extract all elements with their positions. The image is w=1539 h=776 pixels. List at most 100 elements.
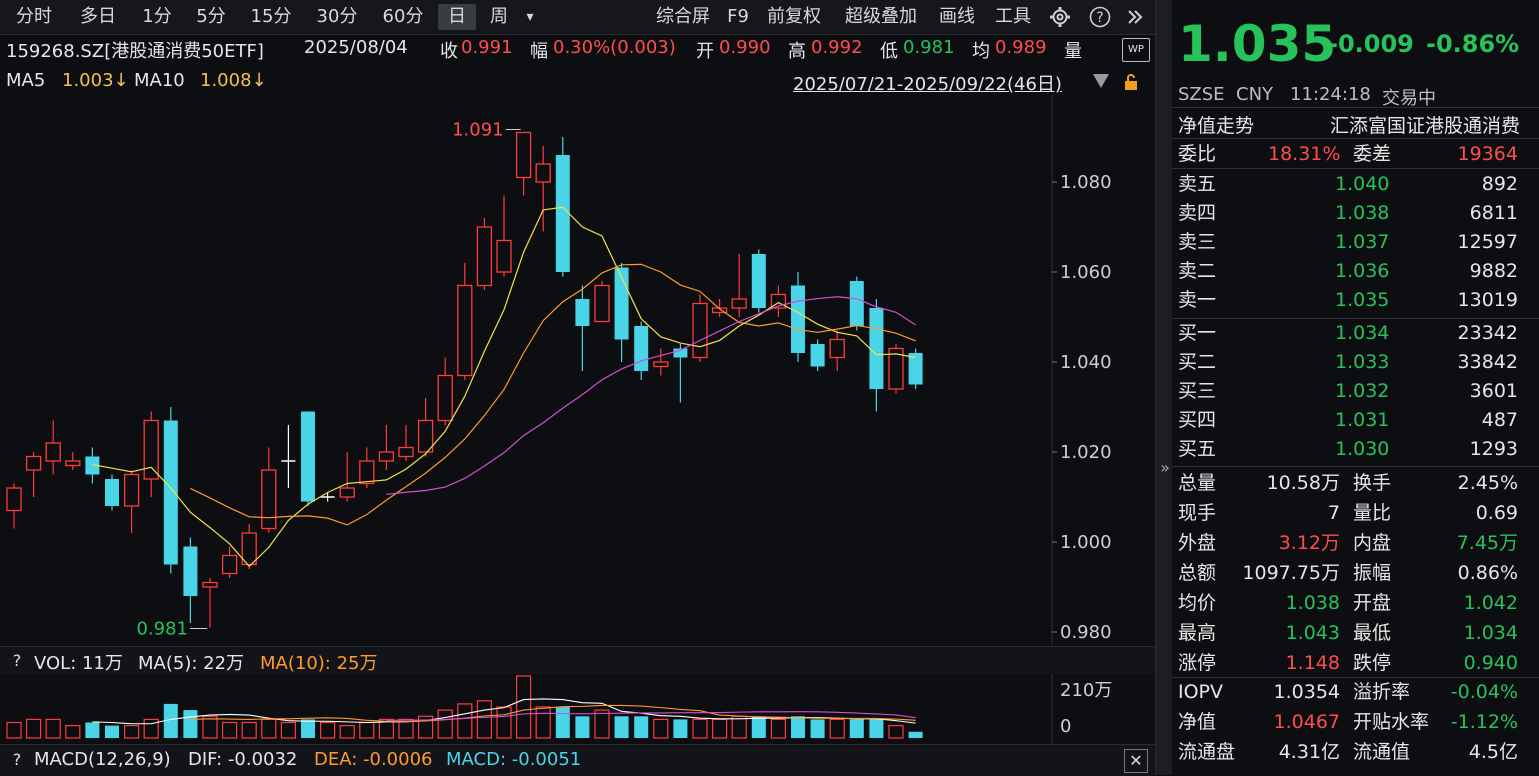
help-icon[interactable]: ? bbox=[1087, 4, 1113, 30]
candle-body bbox=[575, 299, 590, 326]
stat-value: 1.038 bbox=[1285, 592, 1340, 614]
volume-bar bbox=[634, 716, 649, 738]
close-icon[interactable]: ✕ bbox=[1124, 749, 1148, 773]
stat-label: 跌停 bbox=[1353, 652, 1392, 674]
macd-help-icon[interactable]: ? bbox=[8, 751, 26, 769]
candle-body bbox=[183, 546, 198, 596]
ask-row[interactable]: 卖二 1.036 9882 bbox=[1172, 257, 1532, 286]
level-label: 卖三 bbox=[1178, 231, 1217, 253]
nav-trend-link[interactable]: 净值走势 bbox=[1178, 111, 1254, 138]
wp-icon[interactable]: WP bbox=[1122, 38, 1150, 62]
tools-button[interactable]: 工具 bbox=[988, 4, 1038, 30]
volume-bar bbox=[810, 719, 825, 738]
tab-5min[interactable]: 5分 bbox=[188, 4, 234, 30]
stat-value: 4.31亿 bbox=[1278, 741, 1340, 763]
open-value: 0.990 bbox=[719, 37, 771, 58]
f9-button[interactable]: F9 bbox=[724, 4, 752, 30]
stat-label: 最低 bbox=[1353, 622, 1392, 644]
weibi-label: 委比 bbox=[1178, 143, 1217, 165]
high-label: 高 bbox=[788, 41, 806, 62]
bid-row[interactable]: 买五 1.030 1293 bbox=[1172, 435, 1532, 464]
volume-chart[interactable]: 210万 0 bbox=[0, 674, 1155, 744]
stat-row: IOPV 1.0354 溢折率 -0.04% bbox=[1172, 678, 1532, 707]
side-toggle-icon[interactable]: » bbox=[1158, 458, 1172, 477]
divider-line bbox=[1172, 466, 1539, 467]
volume-bar bbox=[301, 719, 315, 738]
stat-label: 净值 bbox=[1178, 711, 1217, 733]
composite-screen-button[interactable]: 综合屏 bbox=[646, 4, 720, 30]
candle-body bbox=[437, 374, 453, 422]
gear-icon[interactable] bbox=[1047, 4, 1073, 30]
stat-row: 外盘 3.12万 内盘 7.45万 bbox=[1172, 529, 1532, 558]
ma10-label: MA10 bbox=[134, 70, 185, 91]
candlestick-chart[interactable]: 1.080 1.060 1.040 1.020 1.000 0.980 1.091 0.981 bbox=[0, 95, 1155, 645]
candle-body bbox=[457, 284, 473, 377]
candle-body bbox=[692, 302, 708, 359]
stat-row: 最高 1.043 最低 1.034 bbox=[1172, 619, 1532, 648]
ask-row[interactable]: 卖一 1.035 13019 bbox=[1172, 286, 1532, 315]
ask-row[interactable]: 卖四 1.038 6811 bbox=[1172, 199, 1532, 228]
lock-icon[interactable] bbox=[1122, 73, 1140, 91]
level-volume: 12597 bbox=[1457, 231, 1518, 253]
stat-value: 0.86% bbox=[1457, 562, 1518, 584]
tab-fenshi[interactable]: 分时 bbox=[6, 4, 62, 30]
candle-body bbox=[301, 411, 315, 502]
volume-help-icon[interactable]: ? bbox=[8, 652, 26, 670]
candle-body bbox=[849, 281, 864, 326]
candle-body bbox=[535, 163, 551, 183]
ma5-label: MA5 bbox=[6, 70, 46, 91]
level-volume: 13019 bbox=[1457, 289, 1518, 311]
stat-label: 总额 bbox=[1178, 562, 1217, 584]
change-label: 幅 bbox=[530, 41, 548, 62]
tab-15min[interactable]: 15分 bbox=[242, 4, 300, 30]
volume-bar bbox=[791, 716, 805, 738]
draw-line-button[interactable]: 画线 bbox=[932, 4, 982, 30]
vol-label: 量 bbox=[1064, 41, 1082, 62]
bid-row[interactable]: 买四 1.031 487 bbox=[1172, 406, 1532, 435]
more-periods-dropdown[interactable]: ▾ bbox=[520, 4, 540, 30]
currency: CNY bbox=[1236, 84, 1274, 105]
candle-body bbox=[221, 554, 238, 575]
weicha-value: 19364 bbox=[1457, 143, 1518, 165]
bar-date: 2025/08/04 bbox=[304, 37, 408, 58]
level-volume: 6811 bbox=[1469, 202, 1518, 224]
level-label: 卖二 bbox=[1178, 260, 1217, 282]
super-overlay-button[interactable]: 超级叠加 bbox=[836, 4, 926, 30]
volume-ma10: MA(10): 25万 bbox=[260, 653, 378, 674]
y-tick-label: 1.020 bbox=[1060, 442, 1112, 463]
candle-body bbox=[653, 361, 669, 368]
bid-row[interactable]: 买一 1.034 23342 bbox=[1172, 319, 1532, 348]
macd-header: ? MACD(12,26,9) DIF: -0.0032 DEA: -0.000… bbox=[0, 744, 1155, 776]
forward-adjust-button[interactable]: 前复权 bbox=[758, 4, 830, 30]
level-label: 买二 bbox=[1178, 351, 1217, 373]
level-label: 卖四 bbox=[1178, 202, 1217, 224]
ma5-value: 1.003↓ bbox=[62, 70, 129, 91]
tab-duori[interactable]: 多日 bbox=[70, 4, 126, 30]
ask-row[interactable]: 卖五 1.040 892 bbox=[1172, 170, 1532, 199]
stat-value: 1.043 bbox=[1285, 622, 1340, 644]
range-dropdown-icon[interactable] bbox=[1093, 74, 1109, 88]
tab-60min[interactable]: 60分 bbox=[374, 4, 432, 30]
bid-row[interactable]: 买二 1.033 33842 bbox=[1172, 348, 1532, 377]
weicha-label: 委差 bbox=[1353, 143, 1392, 165]
macd-dea: DEA: -0.0006 bbox=[314, 749, 433, 770]
candle-body bbox=[339, 487, 355, 498]
tab-weekly[interactable]: 周 bbox=[482, 4, 516, 30]
double-chevron-right-icon[interactable] bbox=[1122, 4, 1148, 30]
ask-row[interactable]: 卖三 1.037 12597 bbox=[1172, 228, 1532, 257]
volume-zero-tick: 0 bbox=[1060, 716, 1071, 737]
candle-body bbox=[378, 451, 395, 462]
level-volume: 1293 bbox=[1469, 438, 1518, 460]
bid-row[interactable]: 买三 1.032 3601 bbox=[1172, 377, 1532, 406]
avg-value: 0.989 bbox=[995, 37, 1047, 58]
price-change: -0.009 bbox=[1328, 30, 1414, 58]
candle-body bbox=[6, 487, 22, 512]
candle-body bbox=[869, 308, 884, 389]
date-range[interactable]: 2025/07/21-2025/09/22(46日) bbox=[793, 70, 1062, 96]
tab-daily[interactable]: 日 bbox=[438, 4, 476, 30]
y-tick-label: 1.080 bbox=[1060, 172, 1112, 193]
tab-1min[interactable]: 1分 bbox=[134, 4, 180, 30]
tab-30min[interactable]: 30分 bbox=[308, 4, 366, 30]
volume-bar bbox=[614, 716, 629, 738]
open-label: 开 bbox=[696, 41, 714, 62]
